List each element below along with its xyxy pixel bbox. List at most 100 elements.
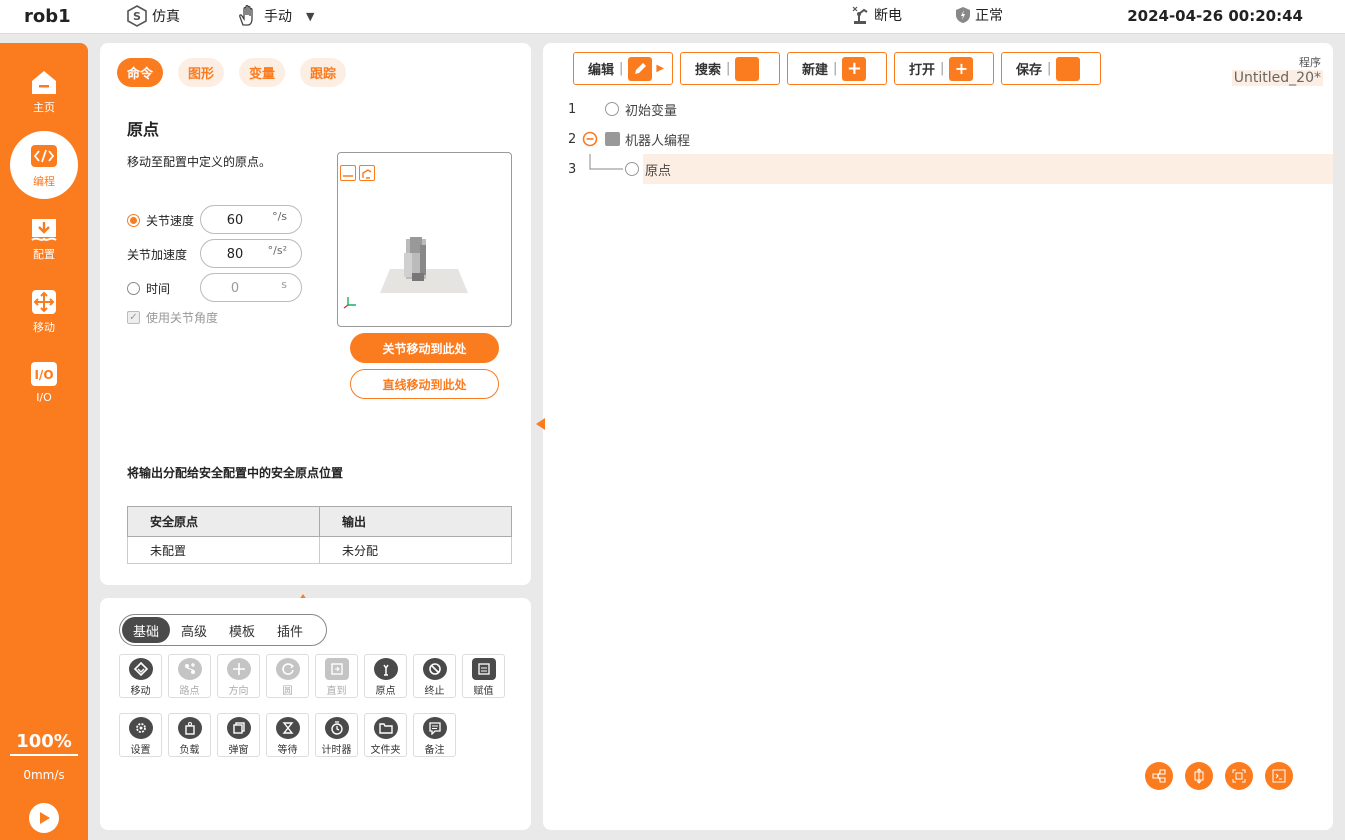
expand-vertical-button[interactable] (1185, 762, 1213, 790)
param-label: 时间 (146, 282, 171, 296)
tab-command[interactable]: 命令 (117, 58, 164, 87)
simulation-label: 仿真 (152, 9, 180, 25)
joint-speed-input[interactable]: 60 °/s (200, 205, 302, 234)
tool-stop[interactable]: 终止 (413, 654, 456, 698)
program-line[interactable]: 2 机器人编程 (543, 124, 1333, 154)
use-joint-angle-checkbox[interactable]: ✓ (127, 311, 140, 324)
preview-view-icon[interactable] (340, 165, 356, 181)
tool-payload[interactable]: 负载 (168, 713, 211, 757)
left-sidebar: 主页 编程 配置 移动 I/O I/O 100% 0mm/s (0, 43, 88, 840)
safety-status[interactable]: 正常 (955, 5, 1003, 25)
joint-accel-input[interactable]: 80 °/s² (200, 239, 302, 268)
sidebar-item-label: 配置 (33, 247, 55, 261)
tool-until[interactable]: 直到 (315, 654, 358, 698)
fit-icon (1232, 769, 1246, 783)
search-button[interactable]: 搜索 | (680, 52, 780, 85)
time-input[interactable]: 0 s (200, 273, 302, 302)
tool-home[interactable]: 原点 (364, 654, 407, 698)
sidebar-item-config[interactable]: 配置 (10, 204, 78, 272)
code-icon (31, 144, 57, 167)
simulation-icon: S (127, 5, 147, 27)
tool-comment[interactable]: 备注 (413, 713, 456, 757)
tool-settings[interactable]: 设置 (119, 713, 162, 757)
search-icon (735, 56, 760, 81)
joint-speed-radio[interactable] (127, 214, 140, 227)
collapse-left-icon[interactable] (536, 418, 545, 430)
tool-direction[interactable]: 方向 (217, 654, 260, 698)
new-button[interactable]: 新建 | + (787, 52, 887, 85)
param-unit: °/s² (267, 244, 287, 257)
speed-value: 0mm/s (23, 768, 65, 782)
tab-graphics[interactable]: 图形 (178, 58, 225, 87)
time-radio[interactable] (127, 282, 140, 295)
time-row: 时间 (127, 280, 170, 297)
search-label: 搜索 (695, 63, 722, 78)
preview-robot-icon[interactable] (359, 165, 375, 181)
tab-basic[interactable]: 基础 (122, 617, 171, 643)
datetime: 2024-04-26 00:20:44 (1127, 7, 1303, 25)
selection-highlight (643, 154, 1333, 184)
tool-waypoint[interactable]: 路点 (168, 654, 211, 698)
new-label: 新建 (802, 63, 829, 78)
tab-trace[interactable]: 跟踪 (300, 58, 347, 87)
direction-icon (226, 658, 251, 680)
sidebar-item-label: 移动 (33, 320, 55, 334)
linear-move-here-button[interactable]: 直线移动到此处 (350, 369, 499, 399)
tool-label: 赋值 (473, 686, 494, 697)
open-button[interactable]: 打开 | + (894, 52, 994, 85)
tool-folder[interactable]: 文件夹 (364, 713, 407, 757)
console-button[interactable] (1265, 762, 1293, 790)
tab-advanced[interactable]: 高级 (170, 617, 218, 643)
edit-button[interactable]: 编辑 | ▶ (573, 52, 673, 85)
tool-wait[interactable]: 等待 (266, 713, 309, 757)
power-status[interactable]: 断电 (852, 5, 902, 25)
tool-assign[interactable]: 赋值 (462, 654, 505, 698)
circle-icon (275, 658, 300, 680)
waypoint-icon (177, 658, 202, 680)
param-value: 60 (226, 213, 244, 228)
tab-variables[interactable]: 变量 (239, 58, 286, 87)
speed-percent[interactable]: 100% (10, 731, 78, 756)
tool-move[interactable]: 移动 (119, 654, 162, 698)
collapse-node-icon[interactable] (582, 131, 598, 147)
manual-mode-dropdown[interactable]: 手动 ▼ (236, 5, 314, 27)
tool-circle[interactable]: 圆 (266, 654, 309, 698)
program-icon (605, 132, 620, 146)
tool-label: 方向 (228, 686, 249, 697)
param-value: 0 (230, 281, 240, 296)
sidebar-item-label: I/O (36, 391, 52, 404)
play-button[interactable] (29, 803, 59, 833)
tree-view-button[interactable] (1145, 762, 1173, 790)
robot-preview[interactable] (337, 152, 512, 327)
simulation-mode[interactable]: S 仿真 (126, 5, 180, 27)
safety-output-title: 将输出分配给安全配置中的安全原点位置 (127, 466, 344, 480)
open-folder-icon: + (949, 56, 974, 81)
sidebar-item-move[interactable]: 移动 (10, 277, 78, 345)
edit-icon (628, 56, 653, 81)
program-line[interactable]: 3 原点 (543, 154, 1333, 184)
io-icon: I/O (31, 362, 57, 386)
chevron-down-icon: ▼ (306, 9, 315, 23)
program-line[interactable]: 1 初始变量 (543, 94, 1333, 124)
tree-icon (1152, 769, 1166, 783)
until-icon (324, 658, 349, 680)
sidebar-item-home[interactable]: 主页 (10, 57, 78, 125)
sidebar-item-programming[interactable]: 编程 (10, 131, 78, 199)
download-icon (31, 218, 57, 241)
tool-label: 移动 (130, 686, 151, 697)
joint-move-here-button[interactable]: 关节移动到此处 (350, 333, 499, 363)
tool-timer[interactable]: 计时器 (315, 713, 358, 757)
tool-label: 弹窗 (228, 745, 249, 756)
sidebar-item-io[interactable]: I/O I/O (10, 348, 78, 416)
play-icon (40, 812, 50, 824)
tab-template[interactable]: 模板 (218, 617, 266, 643)
save-button[interactable]: 保存 | (1001, 52, 1101, 85)
tool-label: 终止 (424, 686, 445, 697)
fit-view-button[interactable] (1225, 762, 1253, 790)
tab-plugin[interactable]: 插件 (266, 617, 314, 643)
program-label: 程序 (1299, 56, 1321, 69)
tool-popup[interactable]: 弹窗 (217, 713, 260, 757)
table-row[interactable]: 未配置 未分配 (127, 536, 512, 564)
toolbox-tabs: 基础 高级 模板 插件 (119, 614, 327, 646)
home-icon (32, 70, 56, 94)
